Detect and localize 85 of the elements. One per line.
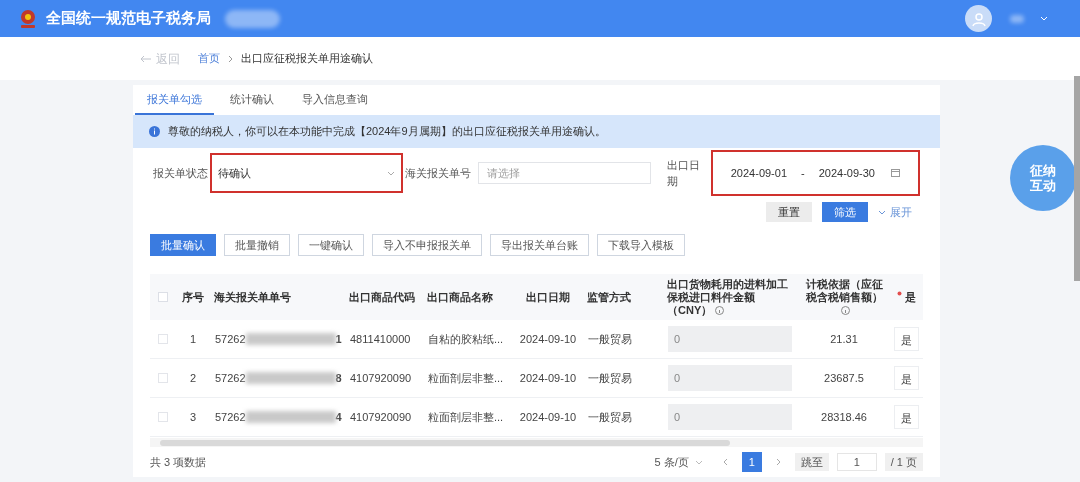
caret-icon[interactable] — [1040, 16, 1048, 21]
field-label: 海关报关单号 — [405, 165, 473, 181]
info-icon — [841, 306, 850, 316]
table-cell-text: 3 — [188, 409, 198, 425]
table-cell-text: 一般贸易 — [587, 370, 633, 386]
scrollbar-thumb[interactable] — [1074, 76, 1080, 281]
page-count: / 1 页 — [884, 453, 923, 471]
tab[interactable]: 导入信息查询 — [290, 85, 380, 115]
column-header: 序号 — [181, 290, 205, 304]
table-cell-text: 粒面剖层非整... — [427, 370, 505, 386]
page-button[interactable]: 1 — [741, 452, 762, 472]
notice-text: 尊敬的纳税人，你可以在本功能中完成【2024年9月属期】的出口应征税报关单用途确认。 — [168, 124, 606, 140]
page-input[interactable]: 1 — [836, 453, 877, 471]
checkbox[interactable] — [157, 334, 168, 344]
input-field[interactable]: 请选择 — [478, 162, 652, 184]
select-field[interactable]: 是 — [893, 405, 919, 429]
breadcrumb-item[interactable]: 首页 — [198, 50, 220, 67]
table-cell-text: 一般贸易 — [587, 331, 633, 347]
table-cell-text: 28318.46 — [820, 409, 868, 425]
column-header: 监管方式 — [586, 290, 632, 304]
info-icon — [715, 306, 725, 316]
chevron-left-icon[interactable] — [722, 458, 728, 466]
table-cell-text: 4107920090 — [349, 370, 413, 386]
emblem-icon — [18, 7, 38, 30]
table-cell-text: 23687.5 — [823, 370, 865, 386]
checkbox[interactable] — [157, 373, 168, 383]
table-cell-text: 一般贸易 — [587, 409, 633, 425]
filter-button[interactable]: 筛选 — [822, 202, 868, 222]
avatar-icon[interactable] — [965, 5, 992, 32]
date-range-field[interactable]: 2024-09-01 - 2024-09-30 — [710, 150, 920, 196]
table-cell-text: 21.31 — [829, 331, 859, 347]
breadcrumb-item[interactable]: 出口应征税报关单用途确认 — [241, 50, 373, 67]
checkbox[interactable] — [157, 292, 168, 302]
chevron-down-icon[interactable] — [694, 459, 703, 465]
column-header: 出口日期 — [525, 290, 571, 304]
action-button[interactable]: 批量撤销 — [224, 234, 290, 256]
table-cell-text: 4811410000 — [349, 331, 412, 347]
required-icon — [896, 290, 902, 296]
select-field[interactable]: 是 — [893, 366, 919, 390]
chevron-down-icon[interactable] — [387, 170, 396, 176]
jump-label: 跳至 — [794, 453, 829, 471]
table-cell-text: 自粘的胶粘纸... — [427, 331, 505, 347]
table-cell-text: 57262 — [215, 331, 246, 347]
table-cell-text: 粒面剖层非整... — [427, 409, 505, 425]
blurred-user — [1010, 14, 1024, 23]
action-button[interactable]: 导入不申报报关单 — [372, 234, 482, 256]
reset-button[interactable]: 重置 — [766, 202, 812, 222]
chevron-down-icon[interactable] — [878, 209, 886, 215]
table-cell-text: 2 — [188, 370, 198, 386]
table-cell-text: 57262 — [215, 370, 246, 386]
calendar-icon[interactable] — [891, 169, 900, 177]
chevron-right-icon — [228, 54, 233, 63]
table-cell-text: 1 — [188, 331, 198, 347]
action-button[interactable]: 批量确认 — [150, 234, 216, 256]
action-button[interactable]: 下载导入模板 — [597, 234, 685, 256]
info-icon — [149, 126, 160, 137]
field-label: 出口日期 — [667, 157, 702, 189]
blurred-name — [225, 9, 280, 28]
column-header: 海关报关单单号 — [213, 290, 292, 304]
table-cell-text: 2024-09-10 — [518, 370, 578, 386]
column-header: 是 — [889, 290, 923, 304]
arrow-left-icon — [140, 54, 152, 63]
table-cell-text: 4 — [335, 409, 342, 425]
chevron-right-icon[interactable] — [775, 458, 781, 466]
action-button[interactable]: 一键确认 — [298, 234, 364, 256]
field-label: 报关单状态 — [153, 165, 209, 181]
app-title: 全国统一规范电子税务局 — [46, 8, 211, 29]
column-header: 出口货物耗用的进料加工保税进口料件金额（CNY） — [666, 277, 789, 317]
scrollbar-thumb[interactable] — [160, 439, 730, 446]
checkbox[interactable] — [157, 412, 168, 422]
page-size-select[interactable]: 5 条/页 — [648, 453, 709, 471]
column-header: 出口商品名称 — [426, 290, 494, 304]
table-cell-text: 4107920090 — [349, 409, 413, 425]
table-cell-text: 2024-09-10 — [518, 409, 578, 425]
action-button[interactable]: 导出报关单台账 — [490, 234, 589, 256]
table-cell-text: 57262 — [215, 409, 246, 425]
status-select[interactable]: 待确认 — [210, 153, 404, 193]
table-cell-text: 1 — [335, 331, 342, 347]
table-cell-text: 8 — [335, 370, 342, 386]
tab[interactable]: 统计确认 — [218, 85, 286, 115]
column-header: 计税依据（应征税含税销售额） — [799, 277, 889, 317]
select-field[interactable]: 是 — [893, 327, 919, 351]
total-count: 共 3 项数据 — [150, 454, 207, 470]
table-cell-text: 2024-09-10 — [518, 331, 578, 347]
column-header: 出口商品代码 — [348, 290, 416, 304]
